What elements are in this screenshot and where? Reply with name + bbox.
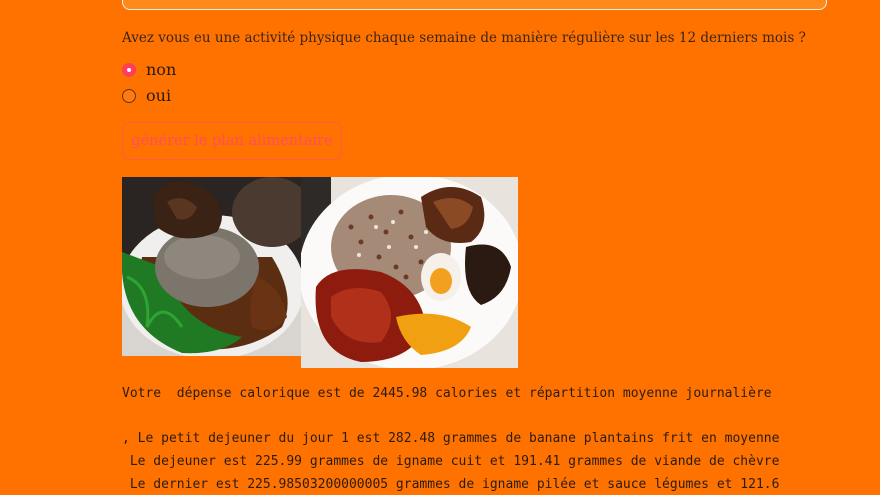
result-line-breakfast: , Le petit dejeuner du jour 1 est 282.48… bbox=[122, 431, 780, 446]
option-oui-row[interactable]: oui bbox=[122, 86, 171, 105]
food-plate-rice-stew-fish-icon bbox=[301, 177, 518, 368]
option-non-row[interactable]: non bbox=[122, 60, 176, 79]
activity-question: Avez vous eu une activité physique chaqu… bbox=[122, 30, 806, 46]
previous-input-box[interactable] bbox=[122, 0, 827, 10]
option-oui-label[interactable]: oui bbox=[146, 86, 171, 105]
food-plate-amala-ewedu-icon bbox=[122, 177, 301, 356]
result-line-dinner: Le dernier est 225.98503200000005 gramme… bbox=[122, 477, 780, 492]
radio-oui[interactable] bbox=[122, 88, 136, 103]
radio-non[interactable] bbox=[122, 62, 136, 77]
option-non-label[interactable]: non bbox=[146, 60, 176, 79]
result-line-lunch: Le dejeuner est 225.99 grammes de igname… bbox=[122, 454, 780, 469]
generate-plan-button[interactable]: générer le plan alimentaire bbox=[122, 122, 342, 160]
result-line-calories: Votre dépense calorique est de 2445.98 c… bbox=[122, 386, 772, 401]
